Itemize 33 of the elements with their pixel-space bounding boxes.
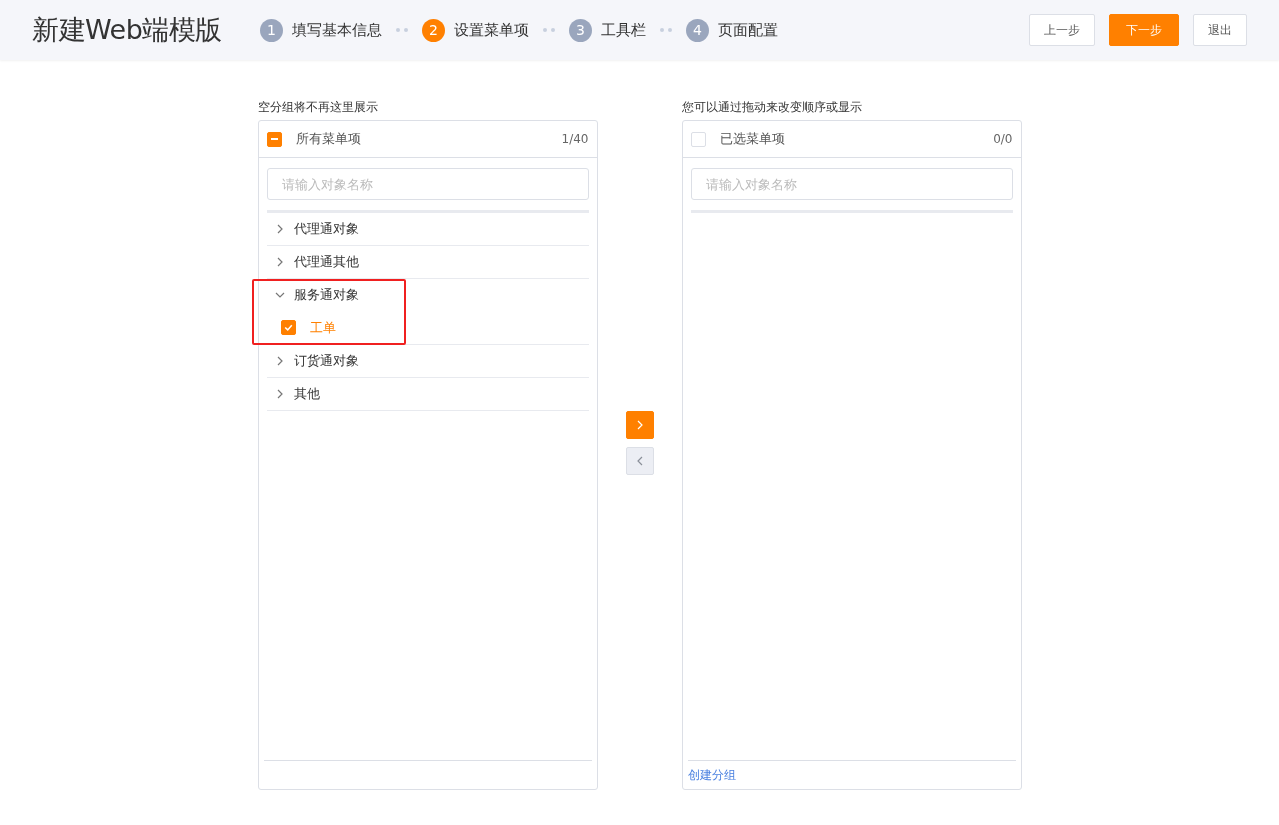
panel-title: 已选菜单项 [719, 130, 786, 148]
item-count: 0/0 [993, 132, 1013, 146]
panel-hint: 您可以通过拖动来改变顺序或显示 [681, 99, 863, 116]
step-dots [659, 28, 672, 32]
step-label: 填写基本信息 [291, 20, 382, 40]
transfer-button[interactable] [625, 411, 654, 439]
step-number: 1 [259, 18, 283, 42]
search-field[interactable]: 请输入对象名称 [266, 168, 589, 200]
checkbox[interactable] [266, 131, 282, 147]
header-button[interactable]: 上一步 [1029, 14, 1095, 46]
chevron-icon [274, 290, 285, 300]
header-button[interactable]: 退出 [1193, 14, 1247, 46]
page-title: 新建Web端模版 [32, 13, 222, 47]
checkbox[interactable] [280, 320, 296, 335]
step-number: 3 [568, 18, 592, 42]
group-row[interactable]: 其他 [266, 378, 589, 410]
search-field[interactable]: 请输入对象名称 [690, 168, 1013, 200]
create-group-link[interactable]: 创建分组 [687, 766, 736, 784]
step-dots [395, 28, 408, 32]
panel-hint: 空分组将不再这里展示 [257, 99, 379, 116]
step-number: 2 [421, 18, 445, 42]
panel-title: 所有菜单项 [295, 130, 362, 148]
group-row[interactable]: 服务通对象 [266, 279, 589, 311]
step-label: 页面配置 [717, 20, 778, 40]
check-icon [282, 322, 294, 333]
group-row[interactable]: 代理通对象 [266, 213, 589, 245]
step-label: 设置菜单项 [453, 20, 529, 40]
step-number: 4 [685, 18, 709, 42]
step-dots [542, 28, 555, 32]
group-row[interactable]: 代理通其他 [266, 246, 589, 278]
item-count: 1/40 [561, 132, 589, 146]
step-label: 工具栏 [600, 20, 646, 40]
group-row[interactable]: 订货通对象 [266, 345, 589, 377]
